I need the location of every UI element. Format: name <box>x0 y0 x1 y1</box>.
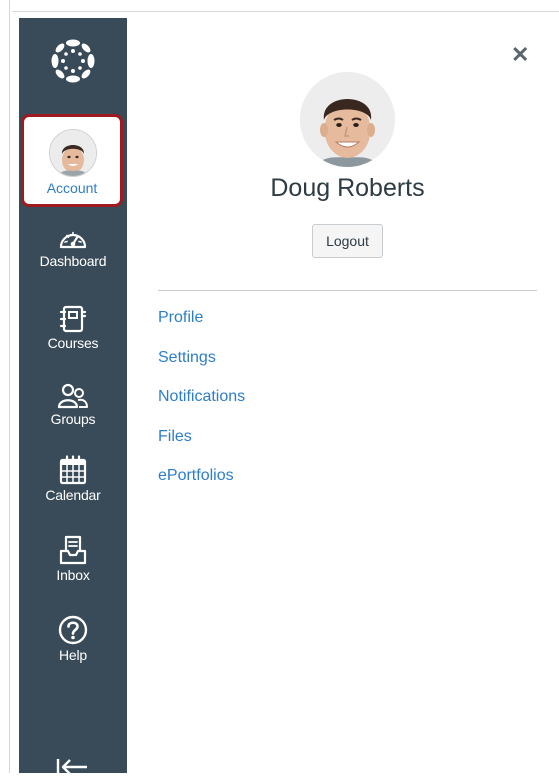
collapse-nav-icon[interactable] <box>55 756 91 778</box>
nav-groups-label: Groups <box>50 411 96 427</box>
files-link[interactable]: Files <box>158 428 245 468</box>
user-avatar-image <box>50 130 96 176</box>
nav-courses[interactable]: Courses <box>19 305 127 351</box>
page-edge-line <box>9 0 10 773</box>
nav-calendar-label: Calendar <box>45 487 101 503</box>
page-top-line <box>12 11 559 12</box>
dashboard-icon <box>59 231 87 249</box>
canvas-logo-icon[interactable] <box>50 38 96 84</box>
logout-button[interactable]: Logout <box>312 224 383 258</box>
nav-dashboard-label: Dashboard <box>39 253 107 269</box>
profile-avatar <box>300 72 395 167</box>
inbox-icon <box>59 535 87 565</box>
account-links-list: Profile Settings Notifications Files ePo… <box>158 309 245 507</box>
nav-inbox[interactable]: Inbox <box>19 535 127 583</box>
settings-link[interactable]: Settings <box>158 349 245 389</box>
eportfolios-link[interactable]: ePortfolios <box>158 467 245 507</box>
nav-account-label: Account <box>46 180 98 196</box>
profile-link[interactable]: Profile <box>158 309 245 349</box>
nav-courses-label: Courses <box>47 335 99 351</box>
help-icon <box>58 615 88 645</box>
close-tray-icon[interactable]: ✕ <box>511 44 529 66</box>
account-avatar <box>49 129 97 177</box>
nav-help-label: Help <box>59 647 87 663</box>
nav-dashboard[interactable]: Dashboard <box>19 225 127 269</box>
nav-inbox-label: Inbox <box>56 567 90 583</box>
nav-calendar[interactable]: Calendar <box>19 455 127 503</box>
nav-groups[interactable]: Groups <box>19 383 127 427</box>
calendar-icon <box>59 455 87 485</box>
profile-photo-image <box>300 72 395 167</box>
courses-icon <box>59 305 87 333</box>
user-name: Doug Roberts <box>270 174 425 202</box>
notifications-link[interactable]: Notifications <box>158 388 245 428</box>
nav-help[interactable]: Help <box>19 615 127 663</box>
nav-account[interactable]: Account <box>21 114 123 207</box>
tray-divider <box>158 290 537 291</box>
groups-icon <box>57 383 88 409</box>
